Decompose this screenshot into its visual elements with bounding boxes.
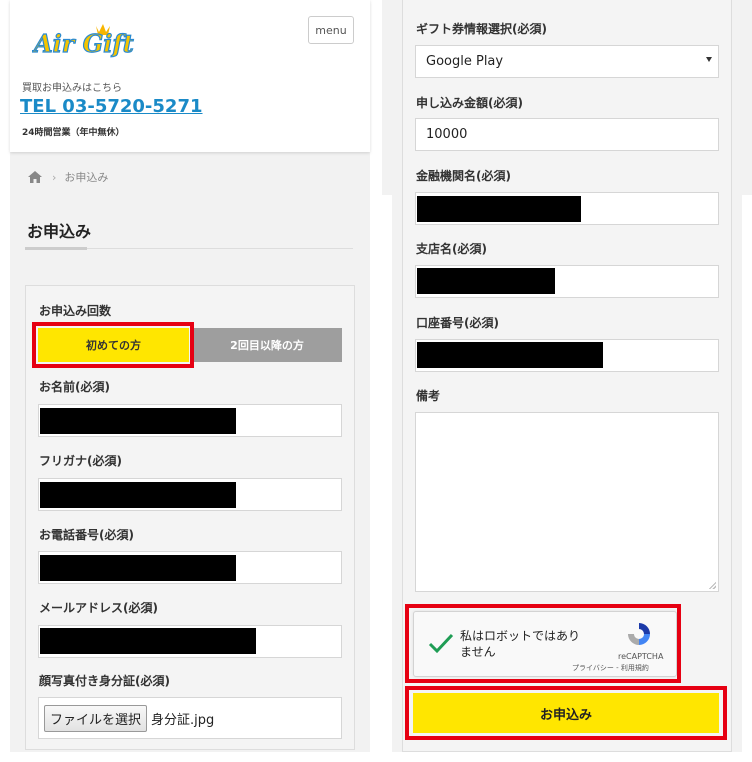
highlight-first-time [32,322,194,368]
phone-label: お電話番号(必須) [39,528,134,542]
file-select-button[interactable]: ファイルを選択 [44,704,148,732]
amount-field[interactable]: 10000 [415,118,719,151]
branch-label: 支店名(必須) [416,242,487,256]
home-icon[interactable] [28,171,42,183]
notes-textarea[interactable] [415,412,719,592]
repeat-button[interactable]: 2回目以降の方 [192,328,342,362]
account-label: 口座番号(必須) [416,316,499,330]
branch-redaction [417,268,555,294]
logo-text: Air Gift [32,29,134,58]
notes-label: 備考 [416,389,441,403]
amount-label: 申し込み金額(必須) [416,96,523,110]
account-redaction [417,342,603,368]
repeat-label: 2回目以降の方 [230,339,304,352]
gift-select-value: Google Play [426,54,504,69]
bank-redaction [417,196,581,222]
email-label: メールアドレス(必須) [39,601,158,615]
business-hours: 24時間営業（年中無休） [22,128,125,138]
header-tagline: 買取お申込みはこちら [22,83,122,94]
name-redaction [40,408,236,434]
menu-button[interactable]: menu [308,16,354,44]
chevron-right-icon: › [52,170,57,184]
name-label: お名前(必須) [39,380,110,394]
email-redaction [40,628,256,654]
kana-label: フリガナ(必須) [39,454,122,468]
file-name: 身分証.jpg [151,712,215,728]
page-title: お申込み [27,222,92,241]
site-header: Air Gift menu 買取お申込みはこちら TEL 03-5720-527… [10,0,370,152]
phone-redaction [40,555,236,581]
breadcrumb-current: お申込み [64,171,109,184]
gift-select[interactable]: Google Play [415,45,719,78]
kana-redaction [40,482,236,508]
amount-value: 10000 [426,127,468,142]
tel-link[interactable]: TEL 03-5720-5271 [20,96,203,117]
id-label: 顔写真付き身分証(必須) [39,674,170,688]
count-label: お申込み回数 [39,304,112,318]
resize-grip-icon[interactable] [708,581,716,589]
breadcrumb: › お申込み [28,168,108,186]
dropdown-caret-icon [706,57,712,62]
id-file-field[interactable]: ファイルを選択 身分証.jpg [38,697,342,739]
title-underline-accent [25,247,87,250]
menu-button-label: menu [315,23,347,37]
gift-label: ギフト券情報選択(必須) [416,22,547,36]
highlight-recaptcha [405,604,681,683]
highlight-submit [405,686,727,740]
bank-label: 金融機関名(必須) [416,169,511,183]
site-logo[interactable]: Air Gift [31,22,142,59]
